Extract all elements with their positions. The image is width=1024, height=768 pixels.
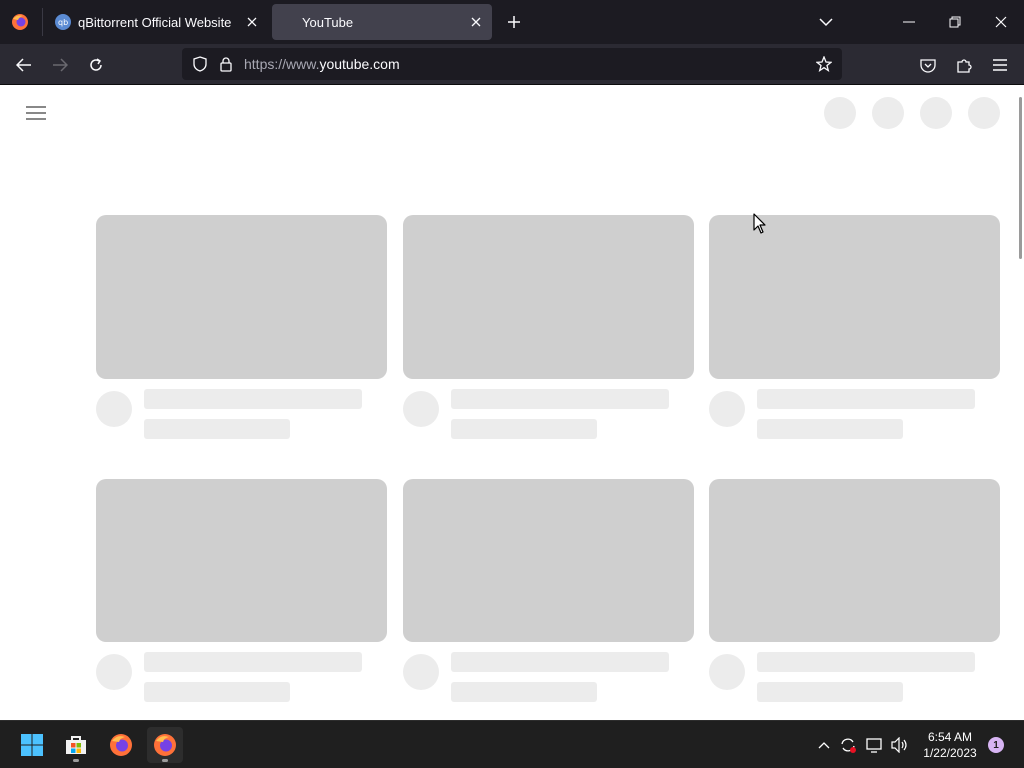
hamburger-menu-icon[interactable]: [985, 50, 1015, 80]
tab-qbittorrent[interactable]: qb qBittorrent Official Website: [48, 4, 268, 40]
url-domain: youtube.com: [319, 56, 400, 72]
qbittorrent-icon: qb: [55, 14, 71, 30]
close-tab-icon[interactable]: [464, 10, 488, 34]
windows-taskbar: 6:54 AM 1/22/2023 1: [0, 720, 1024, 768]
video-thumbnail-placeholder: [709, 479, 1000, 642]
video-thumbnail-placeholder: [96, 479, 387, 642]
network-icon[interactable]: [864, 733, 886, 757]
title-line-placeholder: [144, 389, 362, 409]
mouse-cursor-icon: [753, 213, 766, 234]
channel-avatar-placeholder: [403, 391, 439, 427]
title-line-placeholder: [757, 652, 975, 672]
tab-title: qBittorrent Official Website: [78, 14, 232, 30]
video-thumbnail-placeholder: [403, 215, 694, 379]
chevron-up-icon[interactable]: [813, 733, 835, 757]
meta-line-placeholder: [757, 682, 903, 702]
close-icon[interactable]: [978, 0, 1024, 44]
running-indicator: [73, 759, 79, 762]
title-line-placeholder: [144, 652, 362, 672]
navigation-toolbar: https://www.youtube.com: [0, 44, 1024, 85]
firefox-icon[interactable]: [147, 727, 183, 763]
volume-icon[interactable]: [889, 733, 911, 757]
tab-youtube[interactable]: YouTube: [272, 4, 492, 40]
channel-avatar-placeholder: [709, 391, 745, 427]
channel-avatar-placeholder: [709, 654, 745, 690]
title-line-placeholder: [451, 652, 669, 672]
header-icon-placeholder: [824, 97, 856, 129]
tab-title: YouTube: [302, 14, 354, 30]
svg-text:qb: qb: [58, 18, 68, 27]
url-text: https://www.youtube.com: [244, 56, 400, 72]
notification-badge[interactable]: 1: [988, 737, 1004, 753]
back-arrow-icon[interactable]: [9, 50, 39, 80]
address-bar[interactable]: https://www.youtube.com: [182, 48, 842, 80]
tab-separator: [42, 8, 43, 36]
minimize-icon[interactable]: [886, 0, 932, 44]
header-icon-placeholder: [920, 97, 952, 129]
title-line-placeholder: [451, 389, 669, 409]
url-prefix: https://www.: [244, 56, 320, 72]
restore-icon[interactable]: [932, 0, 978, 44]
youtube-page: [0, 85, 1024, 720]
chevron-down-icon[interactable]: [814, 10, 838, 34]
microsoft-store-icon[interactable]: [58, 727, 94, 763]
channel-avatar-placeholder: [403, 654, 439, 690]
meta-line-placeholder: [451, 682, 597, 702]
video-thumbnail-placeholder: [709, 215, 1000, 379]
video-thumbnail-placeholder: [96, 215, 387, 379]
pocket-icon[interactable]: [913, 50, 943, 80]
clock-time: 6:54 AM: [927, 730, 973, 744]
extensions-icon[interactable]: [949, 50, 979, 80]
meta-line-placeholder: [144, 682, 290, 702]
guide-menu-icon[interactable]: [22, 99, 50, 127]
shield-icon[interactable]: [188, 52, 212, 76]
lock-icon[interactable]: [216, 52, 236, 76]
video-thumbnail-placeholder: [403, 479, 694, 642]
sync-icon[interactable]: [837, 733, 859, 757]
star-icon[interactable]: [812, 52, 836, 76]
meta-line-placeholder: [757, 419, 903, 439]
firefox-icon[interactable]: [8, 10, 32, 34]
header-icon-placeholder: [968, 97, 1000, 129]
reload-icon[interactable]: [81, 50, 111, 80]
header-icon-placeholder: [872, 97, 904, 129]
channel-avatar-placeholder: [96, 391, 132, 427]
plus-icon[interactable]: [502, 10, 526, 34]
tab-strip: qb qBittorrent Official Website YouTube: [0, 0, 1024, 44]
clock-date: 1/22/2023: [923, 746, 977, 760]
channel-avatar-placeholder: [96, 654, 132, 690]
title-line-placeholder: [757, 389, 975, 409]
meta-line-placeholder: [144, 419, 290, 439]
meta-line-placeholder: [451, 419, 597, 439]
firefox-icon[interactable]: [103, 727, 139, 763]
close-tab-icon[interactable]: [240, 10, 264, 34]
windows-start-icon[interactable]: [14, 727, 50, 763]
forward-arrow-icon[interactable]: [45, 50, 75, 80]
system-clock[interactable]: 6:54 AM 1/22/2023: [914, 729, 986, 761]
page-scrollbar[interactable]: [1019, 97, 1022, 259]
running-indicator: [162, 759, 168, 762]
